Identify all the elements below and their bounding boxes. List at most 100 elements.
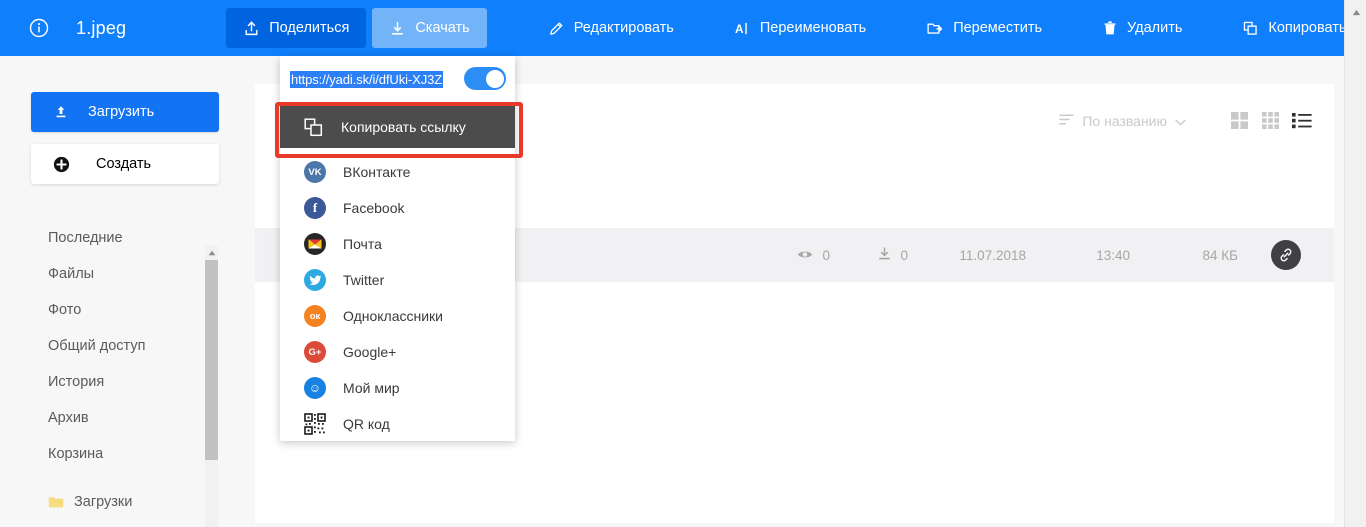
share-dropdown: https://yadi.sk/i/dfUki-XJ3Z Копировать … <box>280 56 515 441</box>
eye-icon <box>797 248 813 263</box>
share-services-list: VK ВКонтакте f Facebook Почта Twitter ок… <box>280 154 515 442</box>
sidebar-item-photo[interactable]: Фото <box>0 292 214 328</box>
views-cell: 0 <box>760 248 830 263</box>
download-count-icon <box>878 246 891 264</box>
vk-icon: VK <box>304 161 326 183</box>
share-item-moy-mir[interactable]: ☺ Мой мир <box>280 370 515 406</box>
share-item-odnoklassniki[interactable]: ок Одноклассники <box>280 298 515 334</box>
rename-a-icon: A <box>734 20 751 37</box>
downloads-count: 0 <box>900 247 908 263</box>
toolbar-actions: Поделиться Скачать Редактировать A Переи… <box>226 0 1366 56</box>
sidebar-scrollbar[interactable] <box>205 246 218 527</box>
create-button[interactable]: Создать <box>31 144 219 184</box>
view-mode-switch <box>1230 111 1312 130</box>
top-toolbar: 1.jpeg Поделиться Скачать Редактировать … <box>0 0 1346 56</box>
sidebar-item-files[interactable]: Файлы <box>0 256 214 292</box>
copy-button[interactable]: Копировать <box>1225 8 1363 48</box>
sidebar-item-label: Общий доступ <box>48 338 146 354</box>
share-item-vk[interactable]: VK ВКонтакте <box>280 154 515 190</box>
upload-arrow-icon <box>53 104 69 120</box>
scroll-up-arrow-icon[interactable] <box>1345 3 1366 21</box>
qr-code-icon <box>304 413 326 435</box>
time-cell: 13:40 <box>1096 247 1130 263</box>
folder-icon <box>48 495 64 509</box>
views-count: 0 <box>822 247 830 263</box>
yandex-disk-app: 1.jpeg Поделиться Скачать Редактировать … <box>0 0 1366 527</box>
mail-ru-icon <box>304 233 326 255</box>
tiles-large-view-icon[interactable] <box>1230 111 1249 130</box>
share-item-twitter[interactable]: Twitter <box>280 262 515 298</box>
sidebar-scroll-thumb[interactable] <box>205 260 218 460</box>
sidebar-item-label: Фото <box>48 302 82 318</box>
date-cell: 11.07.2018 <box>959 247 1026 263</box>
list-item-label: Почта <box>343 236 382 252</box>
copy-link-menu-item[interactable]: Копировать ссылку <box>280 106 515 148</box>
sidebar-item-history[interactable]: История <box>0 364 214 400</box>
copy-link-icon <box>304 117 323 137</box>
sidebar-item-archive[interactable]: Архив <box>0 400 214 436</box>
list-item-label: Одноклассники <box>343 308 444 324</box>
move-button[interactable]: Переместить <box>909 8 1059 48</box>
rename-button[interactable]: A Переименовать <box>717 8 883 48</box>
pencil-icon <box>548 20 565 37</box>
upload-button-label: Загрузить <box>88 104 155 120</box>
info-circle-icon[interactable] <box>26 15 52 41</box>
chevron-down-icon <box>1175 113 1186 129</box>
rename-button-label: Переименовать <box>759 20 867 36</box>
facebook-icon: f <box>304 197 326 219</box>
list-item-label: Facebook <box>343 200 405 216</box>
sidebar-item-label: История <box>48 374 105 390</box>
link-chain-icon[interactable] <box>1271 240 1301 270</box>
sidebar-item-trash[interactable]: Корзина <box>0 436 214 472</box>
tiles-small-view-icon[interactable] <box>1261 111 1280 130</box>
copy-icon <box>1242 20 1259 37</box>
moy-mir-icon: ☺ <box>304 377 326 399</box>
sidebar-item-shared[interactable]: Общий доступ <box>0 328 214 364</box>
list-item-label: ВКонтакте <box>343 164 411 180</box>
share-item-qr-code[interactable]: QR код <box>280 406 515 442</box>
trash-icon <box>1102 20 1118 37</box>
sidebar-item-label: Последние <box>48 230 123 246</box>
public-link-toggle[interactable] <box>464 67 506 90</box>
left-sidebar: Загрузить Создать Последние Файлы Фото О… <box>0 56 250 527</box>
share-button-label: Поделиться <box>269 20 350 36</box>
edit-button[interactable]: Редактировать <box>531 8 691 48</box>
delete-button[interactable]: Удалить <box>1085 8 1199 48</box>
create-button-label: Создать <box>96 156 152 172</box>
share-item-mail[interactable]: Почта <box>280 226 515 262</box>
sidebar-item-recent[interactable]: Последние <box>0 220 214 256</box>
odnoklassniki-icon: ок <box>304 305 326 327</box>
download-button[interactable]: Скачать <box>372 8 487 48</box>
share-url-text[interactable]: https://yadi.sk/i/dfUki-XJ3Z <box>290 70 444 88</box>
sidebar-item-label: Файлы <box>48 266 95 282</box>
list-item-label: Twitter <box>343 272 385 288</box>
share-item-google-plus[interactable]: G+ Google+ <box>280 334 515 370</box>
sidebar-item-label: Корзина <box>48 446 104 462</box>
public-link-cell <box>1238 240 1334 270</box>
scroll-up-arrow-icon[interactable] <box>205 246 218 259</box>
share-upload-icon <box>243 20 260 37</box>
sort-label: По названию <box>1082 112 1167 129</box>
page-scrollbar[interactable] <box>1344 0 1366 527</box>
list-view-icon[interactable] <box>1292 111 1312 130</box>
svg-text:A: A <box>735 21 744 35</box>
sidebar-item-label: Загрузки <box>74 494 133 510</box>
share-url-row: https://yadi.sk/i/dfUki-XJ3Z <box>280 56 515 102</box>
google-plus-icon: G+ <box>304 341 326 363</box>
list-item-label: Мой мир <box>343 380 400 396</box>
list-item-label: QR код <box>343 416 390 432</box>
edit-button-label: Редактировать <box>573 20 674 36</box>
delete-button-label: Удалить <box>1127 20 1183 36</box>
page-title: 1.jpeg <box>76 17 127 38</box>
download-button-label: Скачать <box>415 20 470 36</box>
copy-link-label: Копировать ссылку <box>341 119 466 135</box>
toolbar-secondary-actions: Редактировать A Переименовать Переместит… <box>531 8 1366 48</box>
list-header-controls: По названию <box>1059 111 1312 130</box>
upload-button[interactable]: Загрузить <box>31 92 219 132</box>
sidebar-item-label: Архив <box>48 410 89 426</box>
share-item-facebook[interactable]: f Facebook <box>280 190 515 226</box>
sidebar-item-downloads-folder[interactable]: Загрузки <box>0 484 214 520</box>
sort-control[interactable]: По названию <box>1059 113 1186 129</box>
sort-lines-icon <box>1059 113 1075 129</box>
share-button[interactable]: Поделиться <box>226 8 367 48</box>
